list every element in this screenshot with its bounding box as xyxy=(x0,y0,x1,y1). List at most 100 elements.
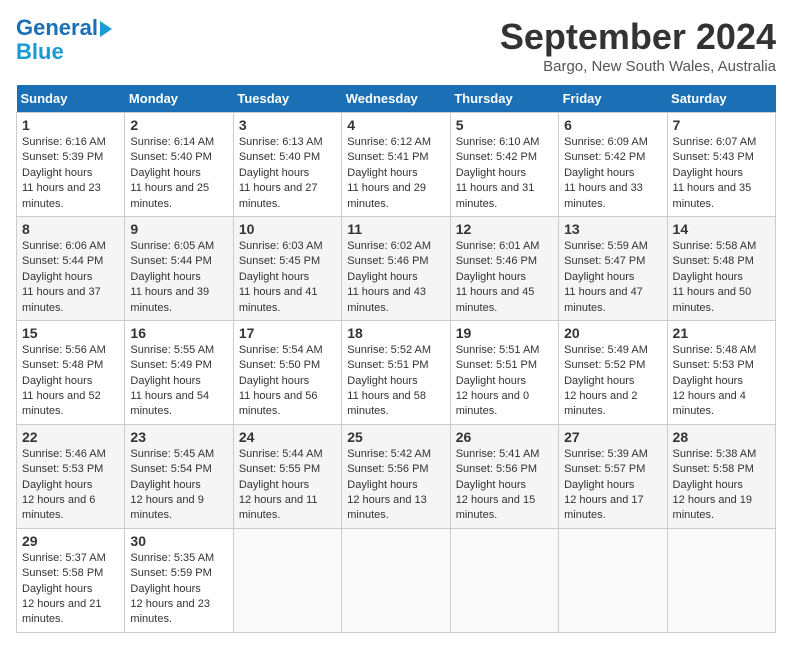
logo-blue: Blue xyxy=(16,39,64,64)
day-number: 5 xyxy=(456,117,553,133)
calendar-week-row: 15 Sunrise: 5:56 AM Sunset: 5:48 PM Dayl… xyxy=(17,320,776,424)
day-number: 30 xyxy=(130,533,227,549)
day-info: Sunrise: 5:59 AM Sunset: 5:47 PM Dayligh… xyxy=(564,239,661,316)
day-number: 2 xyxy=(130,117,227,133)
weekday-header: Saturday xyxy=(667,85,775,113)
logo: General Blue xyxy=(16,16,112,64)
day-info: Sunrise: 5:38 AM Sunset: 5:58 PM Dayligh… xyxy=(673,447,770,524)
calendar-cell: 11 Sunrise: 6:02 AM Sunset: 5:46 PM Dayl… xyxy=(342,216,450,320)
location: Bargo, New South Wales, Australia xyxy=(500,58,776,75)
day-number: 1 xyxy=(22,117,119,133)
calendar-cell xyxy=(559,528,667,632)
calendar-cell: 14 Sunrise: 5:58 AM Sunset: 5:48 PM Dayl… xyxy=(667,216,775,320)
weekday-header: Sunday xyxy=(17,85,125,113)
calendar-cell: 18 Sunrise: 5:52 AM Sunset: 5:51 PM Dayl… xyxy=(342,320,450,424)
calendar-cell: 30 Sunrise: 5:35 AM Sunset: 5:59 PM Dayl… xyxy=(125,528,233,632)
calendar-cell: 24 Sunrise: 5:44 AM Sunset: 5:55 PM Dayl… xyxy=(233,424,341,528)
day-info: Sunrise: 6:10 AM Sunset: 5:42 PM Dayligh… xyxy=(456,135,553,212)
calendar-cell: 19 Sunrise: 5:51 AM Sunset: 5:51 PM Dayl… xyxy=(450,320,558,424)
day-info: Sunrise: 5:37 AM Sunset: 5:58 PM Dayligh… xyxy=(22,551,119,628)
day-number: 4 xyxy=(347,117,444,133)
day-number: 15 xyxy=(22,325,119,341)
day-info: Sunrise: 5:49 AM Sunset: 5:52 PM Dayligh… xyxy=(564,343,661,420)
day-number: 21 xyxy=(673,325,770,341)
weekday-header: Tuesday xyxy=(233,85,341,113)
calendar-cell: 6 Sunrise: 6:09 AM Sunset: 5:42 PM Dayli… xyxy=(559,113,667,217)
calendar-week-row: 1 Sunrise: 6:16 AM Sunset: 5:39 PM Dayli… xyxy=(17,113,776,217)
day-info: Sunrise: 5:54 AM Sunset: 5:50 PM Dayligh… xyxy=(239,343,336,420)
day-info: Sunrise: 5:45 AM Sunset: 5:54 PM Dayligh… xyxy=(130,447,227,524)
day-info: Sunrise: 6:13 AM Sunset: 5:40 PM Dayligh… xyxy=(239,135,336,212)
day-info: Sunrise: 5:42 AM Sunset: 5:56 PM Dayligh… xyxy=(347,447,444,524)
day-number: 14 xyxy=(673,221,770,237)
day-number: 11 xyxy=(347,221,444,237)
day-number: 9 xyxy=(130,221,227,237)
calendar-cell: 22 Sunrise: 5:46 AM Sunset: 5:53 PM Dayl… xyxy=(17,424,125,528)
month-title: September 2024 xyxy=(500,16,776,58)
title-block: September 2024 Bargo, New South Wales, A… xyxy=(500,16,776,75)
calendar-cell: 7 Sunrise: 6:07 AM Sunset: 5:43 PM Dayli… xyxy=(667,113,775,217)
calendar-cell: 20 Sunrise: 5:49 AM Sunset: 5:52 PM Dayl… xyxy=(559,320,667,424)
day-number: 6 xyxy=(564,117,661,133)
day-number: 10 xyxy=(239,221,336,237)
calendar-table: SundayMondayTuesdayWednesdayThursdayFrid… xyxy=(16,85,776,633)
logo-general: General xyxy=(16,15,98,40)
day-info: Sunrise: 6:05 AM Sunset: 5:44 PM Dayligh… xyxy=(130,239,227,316)
day-number: 8 xyxy=(22,221,119,237)
calendar-cell: 4 Sunrise: 6:12 AM Sunset: 5:41 PM Dayli… xyxy=(342,113,450,217)
day-number: 29 xyxy=(22,533,119,549)
day-number: 24 xyxy=(239,429,336,445)
header-row: SundayMondayTuesdayWednesdayThursdayFrid… xyxy=(17,85,776,113)
calendar-cell: 9 Sunrise: 6:05 AM Sunset: 5:44 PM Dayli… xyxy=(125,216,233,320)
day-number: 16 xyxy=(130,325,227,341)
day-info: Sunrise: 6:09 AM Sunset: 5:42 PM Dayligh… xyxy=(564,135,661,212)
day-info: Sunrise: 5:58 AM Sunset: 5:48 PM Dayligh… xyxy=(673,239,770,316)
calendar-cell: 17 Sunrise: 5:54 AM Sunset: 5:50 PM Dayl… xyxy=(233,320,341,424)
day-info: Sunrise: 5:35 AM Sunset: 5:59 PM Dayligh… xyxy=(130,551,227,628)
calendar-cell: 8 Sunrise: 6:06 AM Sunset: 5:44 PM Dayli… xyxy=(17,216,125,320)
day-number: 3 xyxy=(239,117,336,133)
day-info: Sunrise: 5:55 AM Sunset: 5:49 PM Dayligh… xyxy=(130,343,227,420)
day-number: 25 xyxy=(347,429,444,445)
day-number: 26 xyxy=(456,429,553,445)
day-info: Sunrise: 6:01 AM Sunset: 5:46 PM Dayligh… xyxy=(456,239,553,316)
calendar-cell xyxy=(233,528,341,632)
calendar-cell: 29 Sunrise: 5:37 AM Sunset: 5:58 PM Dayl… xyxy=(17,528,125,632)
calendar-cell: 21 Sunrise: 5:48 AM Sunset: 5:53 PM Dayl… xyxy=(667,320,775,424)
day-info: Sunrise: 6:02 AM Sunset: 5:46 PM Dayligh… xyxy=(347,239,444,316)
day-info: Sunrise: 5:56 AM Sunset: 5:48 PM Dayligh… xyxy=(22,343,119,420)
day-number: 19 xyxy=(456,325,553,341)
calendar-cell: 12 Sunrise: 6:01 AM Sunset: 5:46 PM Dayl… xyxy=(450,216,558,320)
calendar-cell xyxy=(450,528,558,632)
calendar-cell: 1 Sunrise: 6:16 AM Sunset: 5:39 PM Dayli… xyxy=(17,113,125,217)
day-info: Sunrise: 6:16 AM Sunset: 5:39 PM Dayligh… xyxy=(22,135,119,212)
day-info: Sunrise: 6:07 AM Sunset: 5:43 PM Dayligh… xyxy=(673,135,770,212)
calendar-cell: 3 Sunrise: 6:13 AM Sunset: 5:40 PM Dayli… xyxy=(233,113,341,217)
weekday-header: Wednesday xyxy=(342,85,450,113)
day-info: Sunrise: 6:12 AM Sunset: 5:41 PM Dayligh… xyxy=(347,135,444,212)
calendar-cell: 16 Sunrise: 5:55 AM Sunset: 5:49 PM Dayl… xyxy=(125,320,233,424)
day-number: 17 xyxy=(239,325,336,341)
day-number: 27 xyxy=(564,429,661,445)
calendar-cell: 25 Sunrise: 5:42 AM Sunset: 5:56 PM Dayl… xyxy=(342,424,450,528)
day-info: Sunrise: 5:52 AM Sunset: 5:51 PM Dayligh… xyxy=(347,343,444,420)
calendar-cell: 23 Sunrise: 5:45 AM Sunset: 5:54 PM Dayl… xyxy=(125,424,233,528)
calendar-cell: 26 Sunrise: 5:41 AM Sunset: 5:56 PM Dayl… xyxy=(450,424,558,528)
calendar-week-row: 8 Sunrise: 6:06 AM Sunset: 5:44 PM Dayli… xyxy=(17,216,776,320)
day-number: 13 xyxy=(564,221,661,237)
page-header: General Blue September 2024 Bargo, New S… xyxy=(16,16,776,75)
day-info: Sunrise: 6:06 AM Sunset: 5:44 PM Dayligh… xyxy=(22,239,119,316)
day-number: 22 xyxy=(22,429,119,445)
calendar-cell xyxy=(667,528,775,632)
weekday-header: Monday xyxy=(125,85,233,113)
day-number: 28 xyxy=(673,429,770,445)
weekday-header: Friday xyxy=(559,85,667,113)
calendar-cell: 13 Sunrise: 5:59 AM Sunset: 5:47 PM Dayl… xyxy=(559,216,667,320)
calendar-cell: 28 Sunrise: 5:38 AM Sunset: 5:58 PM Dayl… xyxy=(667,424,775,528)
calendar-cell: 15 Sunrise: 5:56 AM Sunset: 5:48 PM Dayl… xyxy=(17,320,125,424)
calendar-cell: 2 Sunrise: 6:14 AM Sunset: 5:40 PM Dayli… xyxy=(125,113,233,217)
day-number: 18 xyxy=(347,325,444,341)
calendar-week-row: 29 Sunrise: 5:37 AM Sunset: 5:58 PM Dayl… xyxy=(17,528,776,632)
day-info: Sunrise: 5:41 AM Sunset: 5:56 PM Dayligh… xyxy=(456,447,553,524)
calendar-cell: 5 Sunrise: 6:10 AM Sunset: 5:42 PM Dayli… xyxy=(450,113,558,217)
